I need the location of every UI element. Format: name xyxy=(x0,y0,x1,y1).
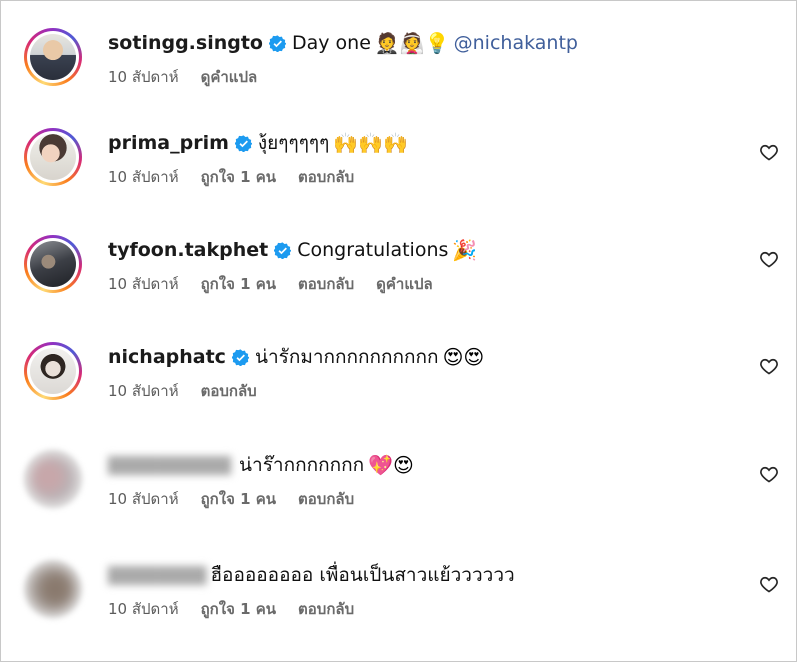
comment-item: ████████ ฮืออออออออ เพื่อนเป็นสาวแย้วววว… xyxy=(0,560,800,660)
reply-button[interactable]: ตอบกลับ xyxy=(298,272,354,296)
comment-text: ฮืออออออออ เพื่อนเป็นสาวแย้วววววว xyxy=(210,564,515,586)
heart-outline-icon[interactable] xyxy=(759,574,779,594)
reply-button[interactable]: ตอบกลับ xyxy=(298,487,354,511)
comment-item: tyfoon.takphet Congratulations 🎉 10 สัปด… xyxy=(0,235,800,335)
comment-text: น่ารักมากกกกกกกกกก xyxy=(254,346,439,368)
reply-button[interactable]: ตอบกลับ xyxy=(298,165,354,189)
comment-emojis: 🎉 xyxy=(452,238,478,262)
comment-username[interactable]: ████████ xyxy=(108,566,206,585)
avatar[interactable] xyxy=(24,450,82,508)
likes-count[interactable]: ถูกใจ 1 คน xyxy=(201,272,276,296)
likes-count[interactable]: ถูกใจ 1 คน xyxy=(201,487,276,511)
verified-badge-icon xyxy=(231,348,249,366)
comment-item: ██████████ น่าร๊ากกกกกกก 💖😍 10 สัปดาห์ ถ… xyxy=(0,450,800,550)
see-translation-button[interactable]: ดูคำแปล xyxy=(201,65,258,89)
comment-time[interactable]: 10 สัปดาห์ xyxy=(108,379,179,403)
verified-badge-icon xyxy=(269,34,286,52)
reply-button[interactable]: ตอบกลับ xyxy=(298,597,354,621)
comment-item: nichaphatc น่ารักมากกกกกกกกกก 😍😍 10 สัปด… xyxy=(0,342,800,442)
comment-time[interactable]: 10 สัปดาห์ xyxy=(108,165,179,189)
heart-outline-icon[interactable] xyxy=(759,249,779,269)
see-translation-button[interactable]: ดูคำแปล xyxy=(376,272,433,296)
comment-time[interactable]: 10 สัปดาห์ xyxy=(108,272,179,296)
comment-username[interactable]: tyfoon.takphet xyxy=(108,239,268,261)
comment-item: sotingg.singto Day one 🤵👰💡 @nichakantp 1… xyxy=(0,28,800,128)
likes-count[interactable]: ถูกใจ 1 คน xyxy=(201,597,276,621)
heart-outline-icon[interactable] xyxy=(759,464,779,484)
comment-emojis: 😍😍 xyxy=(442,345,485,369)
comment-time[interactable]: 10 สัปดาห์ xyxy=(108,65,179,89)
comment-username[interactable]: prima_prim xyxy=(108,132,229,154)
comment-emojis: 🙌🙌🙌 xyxy=(333,131,409,155)
comment-emojis: 💖😍 xyxy=(368,453,414,477)
likes-count[interactable]: ถูกใจ 1 คน xyxy=(201,165,276,189)
comment-username[interactable]: sotingg.singto xyxy=(108,32,263,54)
comment-emojis: 🤵👰💡 xyxy=(374,31,450,55)
comment-username[interactable]: nichaphatc xyxy=(108,346,226,368)
comment-text: น่าร๊ากกกกกกก xyxy=(239,454,365,476)
comment-username[interactable]: ██████████ xyxy=(108,456,231,475)
comment-time[interactable]: 10 สัปดาห์ xyxy=(108,597,179,621)
verified-badge-icon xyxy=(274,241,292,259)
avatar[interactable] xyxy=(24,28,82,86)
comment-text: งุ้ยๆๆๆๆๆ xyxy=(257,132,330,154)
comment-item: prima_prim งุ้ยๆๆๆๆๆ 🙌🙌🙌 10 สัปดาห์ ถูกใ… xyxy=(0,128,800,228)
avatar[interactable] xyxy=(24,342,82,400)
comment-time[interactable]: 10 สัปดาห์ xyxy=(108,487,179,511)
avatar[interactable] xyxy=(24,560,82,618)
comment-text: Day one xyxy=(292,32,371,54)
verified-badge-icon xyxy=(234,134,252,152)
reply-button[interactable]: ตอบกลับ xyxy=(201,379,257,403)
avatar[interactable] xyxy=(24,128,82,186)
avatar[interactable] xyxy=(24,235,82,293)
mention-link[interactable]: @nichakantp xyxy=(454,32,578,54)
heart-outline-icon[interactable] xyxy=(759,356,779,376)
comment-text: Congratulations xyxy=(297,239,449,261)
heart-outline-icon[interactable] xyxy=(759,142,779,162)
